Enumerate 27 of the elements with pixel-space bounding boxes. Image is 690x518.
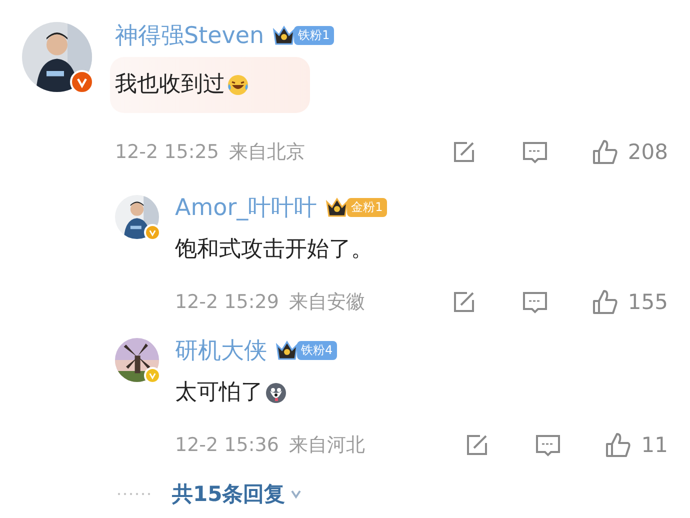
like-count: 11	[641, 433, 668, 457]
crown-icon	[325, 196, 350, 218]
comment-text: 我也收到过	[110, 57, 310, 113]
husky-emoji-icon	[264, 381, 288, 405]
thumbs-up-icon[interactable]	[590, 288, 619, 316]
crown-icon	[272, 24, 296, 46]
comment-location: 来自北京	[228, 140, 305, 165]
comment-time: 12-2 15:29	[175, 291, 279, 313]
comment-text: 太可怕了	[175, 373, 288, 413]
thumbs-up-icon[interactable]	[604, 431, 632, 459]
fan-badge: 金粉1	[347, 198, 387, 216]
fan-badge: 铁粉1	[294, 26, 334, 44]
crown-icon	[275, 339, 299, 361]
like-count: 208	[628, 140, 668, 164]
username[interactable]: 研机大侠	[175, 334, 267, 366]
more-replies-link[interactable]: 共15条回复	[172, 480, 304, 508]
thumbs-up-icon[interactable]	[590, 138, 619, 166]
comment-text: 饱和式攻击开始了。	[175, 236, 373, 264]
username[interactable]: Amor_叶叶叶	[175, 192, 318, 222]
username[interactable]: 神得强Steven	[115, 20, 264, 50]
comment-time: 12-2 15:36	[175, 434, 279, 456]
comment-time: 12-2 15:25	[115, 141, 219, 163]
comment-location: 来自河北	[288, 433, 365, 458]
fan-badge: 铁粉4	[297, 340, 337, 360]
comment-location: 来自安徽	[288, 290, 365, 315]
laughing-emoji-icon	[226, 73, 250, 97]
like-count: 155	[628, 290, 668, 314]
